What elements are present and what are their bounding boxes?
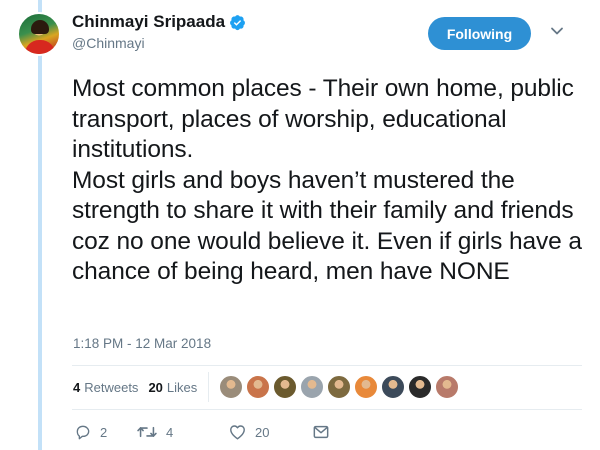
liker-avatar[interactable] [354,375,378,399]
chevron-down-icon[interactable] [550,24,564,38]
liker-avatar[interactable] [219,375,243,399]
reply-action[interactable]: 2 [75,424,137,440]
stats-separator [208,372,209,402]
author-handle[interactable]: @Chinmayi [72,35,246,51]
liker-avatar[interactable] [408,375,432,399]
following-button[interactable]: Following [428,17,531,50]
reply-count: 2 [100,424,108,440]
author-avatar[interactable] [17,12,61,56]
conversation-thread-line [38,0,42,450]
likes-label: Likes [166,380,198,395]
tweet-stats: 4 Retweets 20 Likes [73,380,197,395]
liker-avatars [219,375,462,399]
retweets-count: 4 [73,380,81,395]
tweet-text: Most common places - Their own home, pub… [72,75,582,285]
message-icon [313,425,329,439]
like-action[interactable]: 20 [229,424,313,440]
likes-count: 20 [148,380,163,395]
liker-avatar[interactable] [327,375,351,399]
liker-avatar[interactable] [381,375,405,399]
retweets-label: Retweets [84,380,139,395]
direct-message-action[interactable] [313,425,329,439]
liker-avatar[interactable] [435,375,459,399]
verified-badge-icon [229,14,246,31]
retweet-action[interactable]: 4 [137,424,229,440]
avatar-saree-shape [25,40,55,54]
heart-icon [229,424,246,440]
tweet-header: Chinmayi Sripaada @Chinmayi [72,12,246,51]
tweet-actions: 2 4 20 [75,424,329,440]
reply-icon [75,424,91,440]
author-display-name[interactable]: Chinmayi Sripaada [72,12,225,32]
stats-divider-top [72,365,582,366]
avatar-hair-shape [31,20,49,34]
retweet-icon [137,424,157,440]
like-count: 20 [255,424,270,440]
tweet-timestamp[interactable]: 1:18 PM - 12 Mar 2018 [73,336,211,351]
stats-divider-bottom [72,409,582,410]
liker-avatar[interactable] [273,375,297,399]
liker-avatar[interactable] [246,375,270,399]
liker-avatar[interactable] [300,375,324,399]
author-name-row: Chinmayi Sripaada [72,12,246,32]
retweets-stat[interactable]: 4 Retweets [73,380,138,395]
likes-stat[interactable]: 20 Likes [148,380,197,395]
retweet-count: 4 [166,424,174,440]
